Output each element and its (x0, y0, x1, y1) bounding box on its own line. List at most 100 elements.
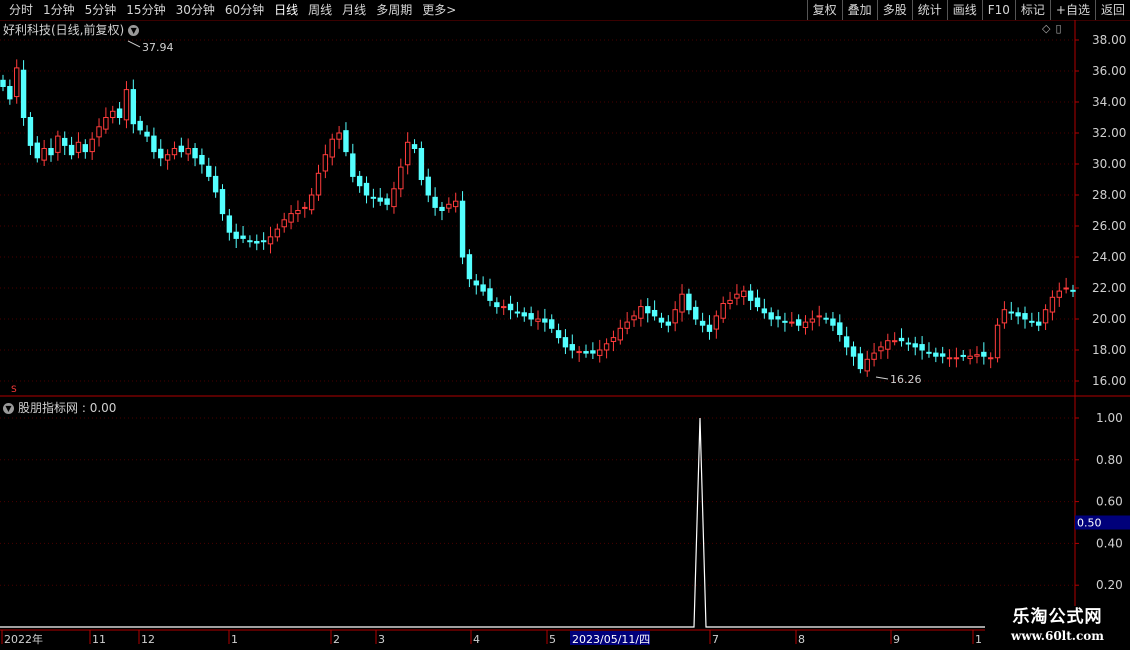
candle-body (425, 176, 431, 196)
candle-body (473, 280, 479, 286)
candle-body (795, 319, 802, 326)
candle-body (802, 321, 809, 329)
period-tab-9[interactable]: 多周期 (371, 0, 417, 20)
candle-body (610, 337, 617, 342)
candle-body (494, 302, 500, 308)
period-tab-3[interactable]: 15分钟 (121, 0, 170, 20)
candle-body (404, 141, 411, 166)
chevron-down-icon[interactable]: ▼ (3, 403, 14, 414)
candle-body (686, 293, 692, 311)
candle-body (1063, 287, 1069, 290)
candle-body (747, 290, 754, 301)
candle-body (987, 357, 994, 360)
diamond-icon[interactable]: ◇ (1042, 22, 1050, 35)
scroll-icon[interactable]: ▯ (1055, 22, 1061, 35)
candle-body (384, 198, 390, 205)
top-toolbar: 分时 1分钟 5分钟 15分钟 30分钟 60分钟 日线 周线 月线 多周期 更多> 复权 叠加 多股统… (0, 0, 1130, 21)
indicator-marker-label: 0.50 (1077, 517, 1102, 530)
candle-body (727, 299, 733, 304)
toolbar-button-5[interactable]: F10 (981, 0, 1015, 20)
action-buttons: 复权 叠加 多股 统计 画线 F10 标记 +自选 返回 (806, 0, 1130, 20)
candle-body (562, 337, 569, 348)
candle-body (480, 284, 486, 292)
candle-body (658, 317, 665, 323)
candle-body (501, 306, 507, 309)
time-label: 5 (549, 633, 556, 646)
cursor-date-box (570, 631, 650, 645)
candle-body (7, 86, 13, 100)
candle-body (48, 148, 54, 156)
candle-body (939, 353, 946, 357)
candle-body (898, 337, 905, 342)
candle-body (569, 344, 575, 351)
candle-body (1042, 309, 1049, 324)
candle-body (761, 308, 768, 314)
candle-body (62, 137, 68, 146)
candle-body (295, 210, 301, 215)
candle-body (219, 189, 226, 215)
period-tab-8[interactable]: 月线 (337, 0, 371, 20)
period-tab-2[interactable]: 5分钟 (80, 0, 122, 20)
candle-body (233, 231, 239, 239)
candle-body (329, 138, 335, 158)
candle-body (789, 321, 795, 324)
toolbar-button-6[interactable]: 标记 (1014, 0, 1050, 20)
period-tab-7[interactable]: 周线 (303, 0, 337, 20)
price-tick-label: 20.00 (1092, 312, 1126, 326)
candle-body (391, 188, 397, 208)
candle-body (713, 315, 720, 330)
candle-body (267, 236, 274, 245)
candle-body (514, 311, 521, 314)
candle-body (446, 203, 452, 209)
high-pointer (127, 40, 141, 48)
candle-body (720, 303, 726, 319)
candle-body (1070, 289, 1076, 292)
candle-body (706, 324, 713, 332)
candle-body (116, 108, 123, 118)
indicator-tick-label: 0.20 (1096, 578, 1123, 592)
price-tick-label: 32.00 (1092, 126, 1126, 140)
toolbar-button-0[interactable]: 复权 (806, 0, 842, 20)
toolbar-button-3[interactable]: 统计 (911, 0, 947, 20)
candle-body (452, 200, 459, 208)
candle-body (254, 241, 260, 244)
candle-body (734, 293, 740, 299)
period-tab-0[interactable]: 分时 (4, 0, 38, 20)
candle-body (768, 312, 774, 320)
indicator-series-line (0, 417, 1075, 628)
time-label: 1 (975, 633, 982, 646)
candle-body (583, 351, 589, 354)
candle-body (699, 320, 706, 326)
period-tab-5[interactable]: 60分钟 (220, 0, 269, 20)
candle-body (754, 297, 761, 308)
candle-body (123, 89, 130, 121)
stock-title: 好利科技(日线,前复权) (3, 23, 125, 37)
candle-body (308, 194, 315, 211)
candle-body (679, 293, 685, 313)
candle-body (535, 318, 541, 322)
toolbar-button-8[interactable]: 返回 (1094, 0, 1130, 20)
candle-body (693, 306, 699, 320)
candle-body (885, 340, 891, 350)
candle-body (363, 182, 370, 196)
candle-body (240, 235, 246, 239)
period-tab-10[interactable]: 更多> (417, 0, 461, 20)
candle-body (377, 197, 383, 202)
period-tab-6[interactable]: 日线 (269, 0, 303, 20)
candle-body (549, 319, 555, 329)
period-tab-4[interactable]: 30分钟 (171, 0, 220, 20)
price-tick-label: 30.00 (1092, 157, 1126, 171)
stock-chart[interactable]: 38.0036.0034.0032.0030.0028.0026.0024.00… (0, 0, 1130, 650)
candle-body (164, 154, 171, 161)
candle-body (528, 313, 534, 320)
toolbar-button-2[interactable]: 多股 (876, 0, 912, 20)
indicator-tick-label: 0.80 (1096, 453, 1123, 467)
toolbar-button-4[interactable]: 画线 (946, 0, 982, 20)
candle-body (1049, 296, 1056, 313)
toolbar-button-1[interactable]: 叠加 (841, 0, 877, 20)
chevron-down-icon[interactable]: ▼ (128, 25, 140, 36)
toolbar-button-7[interactable]: +自选 (1049, 0, 1095, 20)
candle-body (1001, 309, 1008, 324)
period-tab-1[interactable]: 1分钟 (38, 0, 80, 20)
time-label: 7 (712, 633, 719, 646)
